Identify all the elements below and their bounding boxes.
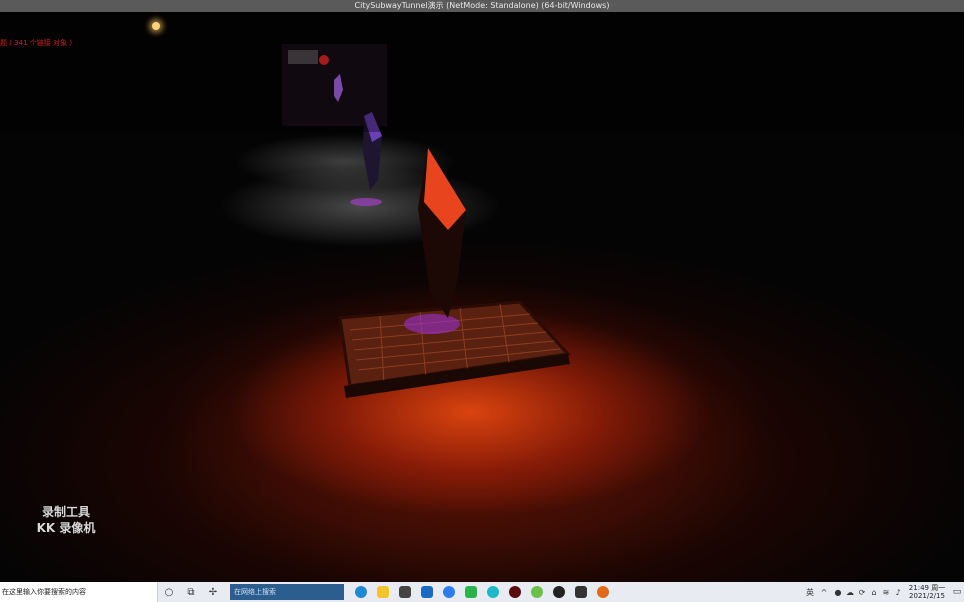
tray-app-icon[interactable]: ● [832, 588, 844, 597]
notification-icon[interactable]: ▭ [950, 587, 964, 597]
game-window-icon[interactable] [570, 582, 592, 602]
watermark-line-1: 录制工具 [41, 505, 90, 519]
debug-overlay-text: 题 ( 341 个链接 对象 ) [0, 39, 72, 47]
cloud-icon[interactable]: ☁ [844, 588, 856, 597]
game-viewport[interactable]: 题 ( 341 个链接 对象 ) 录制工具 KK 录像机 [0, 12, 964, 582]
ceiling-shade [0, 12, 964, 132]
near-crystal-glow [404, 314, 460, 334]
scene-graphics [0, 12, 964, 398]
ime-indicator[interactable]: 英 [804, 587, 816, 598]
mail-icon[interactable] [416, 582, 438, 602]
edge-search-bar[interactable]: 在网络上搜索 [230, 584, 344, 600]
pinwheel-app-icon[interactable]: ✢ [202, 582, 224, 602]
clock-date: 2021/2/15 [909, 592, 945, 600]
task-view-icon[interactable]: ⧉ [180, 582, 202, 602]
mid-crystal-glow [350, 198, 382, 206]
browser-l-icon[interactable] [438, 582, 460, 602]
sync-icon[interactable]: ⟳ [856, 588, 868, 597]
window-title-bar[interactable]: CitySubwayTunnel演示 (NetMode: Standalone)… [0, 0, 964, 12]
orange-app-icon[interactable] [592, 582, 614, 602]
network-icon[interactable]: ⌂ [868, 588, 880, 597]
clock-time: 21:49 周一 [908, 584, 946, 592]
ceiling-lamp [152, 22, 160, 30]
wifi-icon[interactable]: ≋ [880, 588, 892, 597]
window-title: CitySubwayTunnel演示 (NetMode: Standalone)… [354, 1, 610, 10]
cortana-icon[interactable]: ○ [158, 582, 180, 602]
recorder-watermark: 录制工具 KK 录像机 [26, 504, 106, 536]
chevron-up-icon[interactable]: ^ [816, 588, 832, 597]
system-tray: 英 ^ ● ☁ ⟳ ⌂ ≋ ♪ 21:49 周一 2021/2/15 ▭ [804, 582, 964, 602]
edge-search-placeholder: 在网络上搜索 [234, 588, 276, 596]
volume-icon[interactable]: ♪ [892, 588, 904, 597]
windows-taskbar: 在这里输入你要搜索的内容 ○ ⧉ ✢ 在网络上搜索 英 ^ ● ☁ ⟳ ⌂ ≋ … [0, 582, 964, 602]
store-icon[interactable] [394, 582, 416, 602]
wechat-icon[interactable] [460, 582, 482, 602]
watermark-line-2: KK 录像机 [36, 521, 96, 535]
file-explorer-icon[interactable] [372, 582, 394, 602]
dark-red-app-icon[interactable] [504, 582, 526, 602]
taskbar-search-placeholder: 在这里输入你要搜索的内容 [2, 588, 86, 596]
unreal-engine-icon[interactable] [548, 582, 570, 602]
teal-app-icon[interactable] [482, 582, 504, 602]
green-app-icon[interactable] [526, 582, 548, 602]
taskbar-search-box[interactable]: 在这里输入你要搜索的内容 [0, 582, 158, 602]
taskbar-clock[interactable]: 21:49 周一 2021/2/15 [904, 584, 950, 600]
edge-browser-icon[interactable] [350, 582, 372, 602]
